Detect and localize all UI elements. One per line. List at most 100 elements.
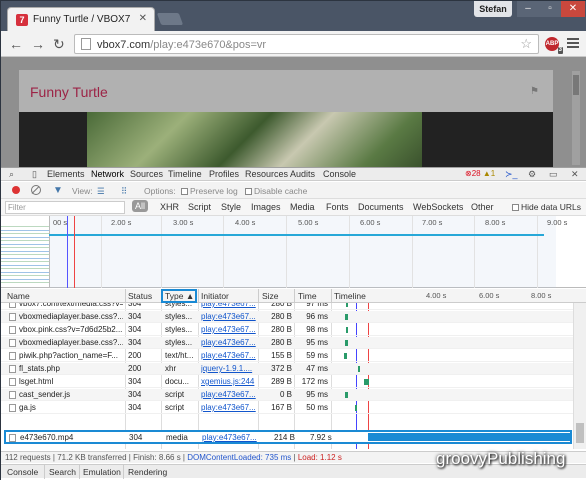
request-initiator[interactable]: play:e473e67... [201, 338, 257, 347]
type-media[interactable]: Media [290, 202, 315, 212]
chrome-menu-icon[interactable] [567, 36, 579, 50]
preserve-log-box[interactable] [181, 188, 188, 195]
table-row[interactable]: piwik.php?action_name=F... 200 text/ht... p… [1, 350, 573, 362]
large-rows-icon[interactable]: ☰ [97, 186, 105, 197]
dock-side-icon[interactable]: ▭ [549, 169, 558, 180]
type-xhr[interactable]: XHR [160, 202, 179, 212]
tab-sources[interactable]: Sources [130, 169, 163, 179]
page-scroll-thumb[interactable] [573, 75, 579, 95]
type-all[interactable]: All [132, 200, 149, 212]
table-row[interactable]: vbox7.com/text/media.css?v=... 304 styles.… [1, 303, 573, 310]
preserve-log-checkbox[interactable]: Preserve log [181, 186, 238, 196]
hide-data-urls-box[interactable] [512, 204, 519, 211]
selected-request-row[interactable]: e473e670.mp4 304 media play:e473e67... 2… [4, 430, 572, 444]
table-row[interactable]: lsget.html 304 docu... xgemius.js:244 289 B 1… [1, 376, 573, 388]
url-text[interactable]: vbox7.com/play:e473e670&pos=vr [97, 39, 266, 51]
bookmark-star-icon[interactable]: ☆ [520, 36, 532, 52]
console-drawer-icon[interactable]: ≻_ [505, 169, 518, 180]
back-arrow-icon[interactable]: ← [9, 36, 23, 52]
col-name[interactable]: Name [7, 291, 30, 301]
hide-data-urls-checkbox[interactable]: Hide data URLs [512, 202, 581, 212]
tab-audits[interactable]: Audits [290, 169, 315, 179]
flag-icon[interactable]: ⚑ [530, 86, 539, 97]
col-time[interactable]: Time [298, 291, 317, 301]
type-style[interactable]: Style [221, 202, 241, 212]
maximize-button[interactable]: ▫ [539, 1, 561, 17]
request-time: 47 ms [306, 364, 328, 373]
column-divider[interactable] [125, 289, 126, 303]
drawer-divider [79, 465, 80, 479]
column-divider[interactable] [294, 289, 295, 303]
drawer-tab-emulation[interactable]: Emulation [83, 467, 121, 477]
settings-gear-icon[interactable]: ⚙ [528, 169, 536, 180]
tab-profiles[interactable]: Profiles [209, 169, 239, 179]
type-other[interactable]: Other [471, 202, 494, 212]
col-size[interactable]: Size [262, 291, 279, 301]
request-initiator[interactable]: play:e473e67... [201, 403, 257, 412]
disable-cache-checkbox[interactable]: Disable cache [245, 186, 307, 196]
type-websockets[interactable]: WebSockets [413, 202, 463, 212]
new-tab-button[interactable] [156, 13, 184, 25]
tab-console[interactable]: Console [323, 169, 356, 179]
device-mode-icon[interactable]: ▯ [32, 169, 37, 180]
rows-scroll-thumb[interactable] [576, 423, 584, 443]
close-devtools-icon[interactable]: ✕ [571, 169, 579, 180]
type-script[interactable]: Script [188, 202, 211, 212]
column-divider[interactable] [198, 289, 199, 303]
inspect-icon[interactable]: ⌕ [9, 169, 14, 180]
table-row[interactable]: vboxmediaplayer.base.css?... 304 styles...… [1, 311, 573, 323]
table-row[interactable]: vbox.pink.css?v=7d6d25b2... 304 styles... p… [1, 324, 573, 336]
tab-network[interactable]: Network [91, 169, 124, 179]
request-name: piwik.php?action_name=F... [19, 351, 118, 360]
error-count: 28 [471, 169, 481, 178]
col-status[interactable]: Status [128, 291, 152, 301]
minimize-button[interactable]: ‒ [517, 1, 539, 17]
close-tab-icon[interactable]: ✕ [139, 13, 147, 24]
filter-funnel-icon[interactable]: ▼ [53, 185, 63, 196]
record-icon[interactable] [12, 186, 20, 194]
page-info-icon[interactable] [81, 38, 91, 50]
reload-icon[interactable]: ↻ [53, 36, 65, 52]
table-row[interactable]: fl_stats.php 200 xhr jquery-1.9.1.... 372 B 4… [1, 363, 573, 375]
rows-scrollbar[interactable] [573, 303, 586, 449]
col-initiator[interactable]: Initiator [201, 291, 229, 301]
tab-resources[interactable]: Resources [245, 169, 288, 179]
column-divider[interactable] [258, 289, 259, 303]
request-initiator[interactable]: xgemius.js:244 [201, 377, 257, 386]
network-overview[interactable]: 00 s 2.00 s 3.00 s 4.00 s 5.00 s 6.00 s … [1, 216, 586, 288]
type-fonts[interactable]: Fonts [326, 202, 349, 212]
request-initiator[interactable]: play:e473e67... [201, 312, 257, 321]
drawer-tab-search[interactable]: Search [49, 467, 76, 477]
tab-timeline[interactable]: Timeline [168, 169, 202, 179]
col-type[interactable]: Type ▲ [161, 289, 197, 303]
request-initiator[interactable]: play:e473e67... [201, 351, 257, 360]
tab-elements[interactable]: Elements [47, 169, 85, 179]
request-initiator[interactable]: play:e473e67... [201, 325, 257, 334]
filter-input[interactable]: Filter [5, 201, 125, 214]
table-row[interactable]: cast_sender.js 304 script play:e473e67... 0 … [1, 389, 573, 401]
request-initiator[interactable]: play:e473e67... [201, 303, 257, 308]
col-timeline[interactable]: Timeline [334, 291, 366, 301]
page-scrollbar[interactable] [572, 71, 580, 165]
error-warning-counter[interactable]: ⊗28 ▲1 [465, 169, 495, 178]
drawer-tab-rendering[interactable]: Rendering [128, 467, 167, 477]
profile-button[interactable]: Stefan [474, 1, 512, 17]
request-initiator[interactable]: jquery-1.9.1.... [201, 364, 257, 373]
type-images[interactable]: Images [251, 202, 281, 212]
clear-icon[interactable] [31, 185, 41, 195]
forward-arrow-icon[interactable]: → [31, 36, 45, 52]
request-type: styles... [165, 303, 193, 308]
request-initiator[interactable]: play:e473e67... [202, 433, 257, 442]
address-bar[interactable]: vbox7.com/play:e473e670&pos=vr ☆ [74, 34, 539, 54]
overview-icon[interactable]: ⠿ [121, 186, 127, 197]
browser-tab[interactable]: 7 Funny Turtle / VBOX7 ✕ [7, 7, 155, 31]
disable-cache-box[interactable] [245, 188, 252, 195]
column-divider[interactable] [331, 289, 332, 303]
type-documents[interactable]: Documents [358, 202, 404, 212]
table-row[interactable]: ga.js 304 script play:e473e67... 167 B 50 ms [1, 402, 573, 414]
adblock-icon[interactable]: ABP 3 [545, 37, 563, 54]
request-initiator[interactable]: play:e473e67... [201, 390, 257, 399]
close-window-button[interactable]: ✕ [561, 1, 585, 17]
table-row[interactable]: vboxmediaplayer.base.css?... 304 styles...… [1, 337, 573, 349]
drawer-tab-console[interactable]: Console [7, 467, 38, 477]
